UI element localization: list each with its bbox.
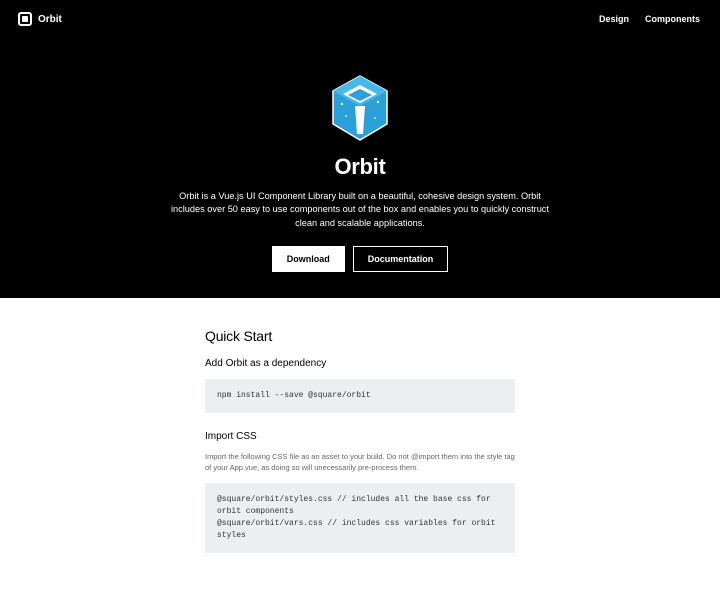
download-button[interactable]: Download [272,246,345,272]
documentation-button[interactable]: Documentation [353,246,449,272]
hero-section: Orbit Design Components Orbit Orbit is a… [0,0,720,298]
install-code-block[interactable]: npm install --save @square/orbit [205,379,515,413]
top-nav: Design Components [599,14,700,24]
nav-design[interactable]: Design [599,14,629,24]
dependency-heading: Add Orbit as a dependency [205,358,515,369]
css-code-block[interactable]: @square/orbit/styles.css // includes all… [205,483,515,553]
brand[interactable]: Orbit [18,12,62,26]
quickstart-title: Quick Start [205,328,515,344]
brand-name: Orbit [38,14,62,25]
import-css-heading: Import CSS [205,431,515,442]
hero-description: Orbit is a Vue.js UI Component Library b… [165,190,555,230]
orbit-logo-icon [329,74,391,144]
square-logo-icon [18,12,32,26]
quickstart-section: Quick Start Add Orbit as a dependency np… [205,298,515,591]
import-css-note: Import the following CSS file as an asse… [205,452,515,473]
topbar: Orbit Design Components [0,12,720,26]
hero-title: Orbit [334,154,385,180]
hero-buttons: Download Documentation [272,246,449,272]
nav-components[interactable]: Components [645,14,700,24]
hero-center: Orbit Orbit is a Vue.js UI Component Lib… [0,26,720,272]
